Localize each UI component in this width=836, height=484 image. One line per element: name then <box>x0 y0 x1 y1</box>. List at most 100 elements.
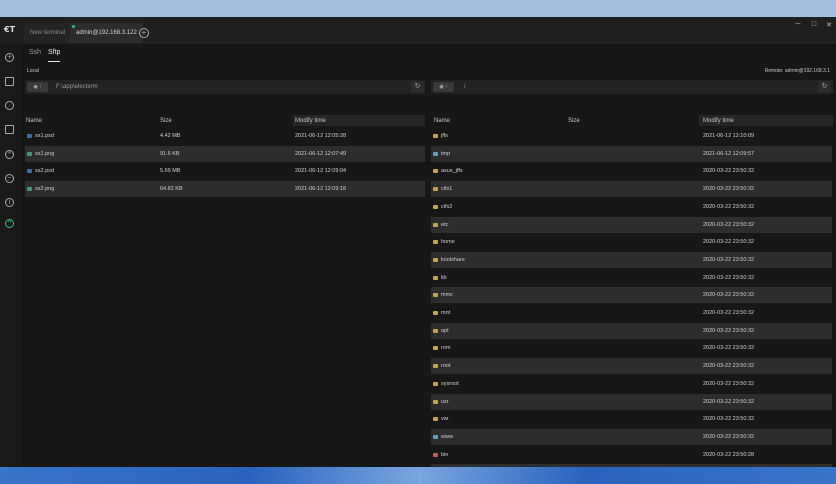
file-modified-time: 2020-03-22 23:50:32 <box>703 327 755 334</box>
table-row[interactable]: ss1.psd 4.42 MB 2021-06-12 12:05:28 <box>25 128 425 144</box>
file-modified-time: 2020-03-22 23:50:32 <box>703 168 755 175</box>
file-name: asus_jffs <box>441 168 463 175</box>
file-modified-time: 2020-03-22 23:50:28 <box>703 451 755 458</box>
file-modified-time: 2020-03-22 23:50:32 <box>703 274 755 281</box>
sidebar: + · * ~ i ^ <box>0 44 21 467</box>
local-col-modified[interactable]: Modify time <box>295 116 326 126</box>
add-tab-icon[interactable]: + <box>139 28 149 38</box>
table-row[interactable]: root 2020-03-22 23:50:32 <box>431 358 832 375</box>
table-row[interactable]: jffs 2021-06-12 12:10:09 <box>431 128 832 144</box>
info-icon[interactable]: i <box>5 198 14 207</box>
main-panel: Ssh Sftp Local Remote: admin@192.168.3.1… <box>21 44 836 467</box>
link-folder-icon <box>433 328 438 333</box>
cloud-sync-icon[interactable]: ~ <box>5 174 14 183</box>
remote-view-toggle-button[interactable]: ◉ ↑ <box>433 82 454 92</box>
table-row[interactable]: tmp 2021-06-12 12:09:57 <box>431 145 832 162</box>
tab-sftp[interactable]: Sftp <box>48 49 60 56</box>
remote-col-name[interactable]: Name <box>434 116 450 126</box>
file-name: ss2.psd <box>35 168 54 175</box>
table-row[interactable]: opt 2020-03-22 23:50:32 <box>431 322 832 339</box>
table-row[interactable]: ss2.png 64.82 KB 2021-06-12 12:09:18 <box>25 181 425 198</box>
table-row[interactable]: sysroot 2020-03-22 23:50:32 <box>431 376 832 392</box>
psd-file-icon <box>27 134 32 138</box>
table-row[interactable]: ss1.png 91.6 KB 2021-06-12 12:07:49 <box>25 145 425 162</box>
bookmarks-icon[interactable] <box>5 77 14 86</box>
table-row[interactable]: mmc 2020-03-22 23:50:32 <box>431 287 832 304</box>
table-row[interactable]: home 2020-03-22 23:50:32 <box>431 234 832 250</box>
title-bar: €T New terminal admin@192.168.3.122 + ─ … <box>0 17 836 44</box>
remote-path-bar: ◉ ↑ / ↻ <box>431 80 833 94</box>
remote-col-size[interactable]: Size <box>568 116 580 126</box>
table-row[interactable]: rom 2020-03-22 23:50:32 <box>431 340 832 356</box>
minimize-button[interactable]: ─ <box>792 21 804 28</box>
table-row[interactable]: cifs2 2020-03-22 23:50:32 <box>431 199 832 215</box>
folder-icon <box>433 275 438 280</box>
link-folder-icon <box>433 364 438 369</box>
file-modified-time: 2020-03-22 23:50:32 <box>703 239 755 246</box>
history-icon[interactable]: · <box>5 101 14 110</box>
local-label: Local <box>27 68 39 74</box>
folder-icon <box>433 381 438 386</box>
local-path-bar: ◉ ↑ F:\app\electerm ↻ <box>25 80 425 94</box>
file-name: jffs <box>441 133 448 139</box>
file-modified-time: 2020-03-22 23:50:32 <box>703 186 755 193</box>
file-name: www <box>441 433 453 440</box>
file-name: ss1.png <box>35 150 55 157</box>
table-row[interactable]: var 2020-03-22 23:50:32 <box>431 411 832 427</box>
file-size: 4.42 MB <box>160 133 181 139</box>
active-tab-underline <box>48 61 60 62</box>
table-row[interactable]: asus_jffs 2020-03-22 23:50:32 <box>431 163 832 179</box>
file-name: cifs1 <box>441 186 453 193</box>
table-row[interactable]: bin 2020-03-22 23:50:28 <box>431 447 832 463</box>
exec-folder-icon <box>433 452 438 457</box>
folder-icon <box>433 346 438 351</box>
link-folder-icon <box>433 417 438 422</box>
file-modified-time: 2021-06-12 12:07:49 <box>295 150 347 157</box>
table-row[interactable]: cifs1 2020-03-22 23:50:32 <box>431 181 832 198</box>
file-name: mmc <box>441 292 453 299</box>
table-row[interactable]: mnt 2020-03-22 23:50:32 <box>431 305 832 321</box>
special-folder-icon <box>433 434 438 439</box>
tab-status-dot <box>72 25 75 28</box>
remote-refresh-icon[interactable]: ↻ <box>818 81 831 93</box>
table-row[interactable]: usr 2020-03-22 23:50:32 <box>431 393 832 410</box>
special-folder-icon <box>433 151 438 156</box>
table-row[interactable]: etc 2020-03-22 23:50:32 <box>431 216 832 233</box>
local-col-size[interactable]: Size <box>160 116 172 126</box>
tab-label: New terminal <box>30 30 66 36</box>
table-row[interactable]: www 2020-03-22 23:50:32 <box>431 428 832 445</box>
local-path-input[interactable]: F:\app\electerm <box>56 81 406 93</box>
add-bookmark-icon[interactable]: + <box>5 53 14 62</box>
table-row[interactable]: koolshare 2020-03-22 23:50:32 <box>431 251 832 268</box>
local-view-toggle-button[interactable]: ◉ ↑ <box>27 82 48 92</box>
table-row[interactable]: lib 2020-03-22 23:50:32 <box>431 270 832 286</box>
file-modified-time: 2020-03-22 23:50:32 <box>703 221 755 228</box>
tab-ssh[interactable]: Ssh <box>29 49 41 56</box>
remote-col-modified[interactable]: Modify time <box>703 116 734 126</box>
settings-gear-icon[interactable]: * <box>5 150 14 159</box>
folder-icon <box>433 204 438 209</box>
upgrade-icon[interactable]: ^ <box>5 219 14 228</box>
desktop-background <box>0 467 836 484</box>
file-size: 91.6 KB <box>160 150 180 157</box>
local-refresh-icon[interactable]: ↻ <box>411 81 424 93</box>
close-button[interactable]: ✕ <box>823 21 835 29</box>
file-modified-time: 2020-03-22 23:50:32 <box>703 310 755 316</box>
maximize-button[interactable]: □ <box>808 21 820 28</box>
file-size: 64.82 KB <box>160 186 183 193</box>
table-row[interactable]: ss2.psd 5.69 MB 2021-06-12 12:09:04 <box>25 163 425 179</box>
app-logo: €T <box>4 25 16 34</box>
images-icon[interactable] <box>5 125 14 134</box>
tab-remote-session[interactable]: admin@192.168.3.122 <box>70 23 143 43</box>
local-col-name[interactable]: Name <box>26 116 42 126</box>
file-name: cifs2 <box>441 203 453 210</box>
file-name: var <box>441 416 449 423</box>
remote-label: Remote: admin@192.168.3.1 <box>764 68 830 74</box>
file-name: root <box>441 363 451 370</box>
file-modified-time: 2020-03-22 23:50:32 <box>703 256 755 263</box>
remote-path-input[interactable]: / <box>464 81 814 93</box>
tab-new-terminal[interactable]: New terminal <box>24 23 72 43</box>
file-name: ss2.png <box>35 186 55 193</box>
file-name: tmp <box>441 150 451 157</box>
file-modified-time: 2020-03-22 23:50:32 <box>703 203 755 210</box>
